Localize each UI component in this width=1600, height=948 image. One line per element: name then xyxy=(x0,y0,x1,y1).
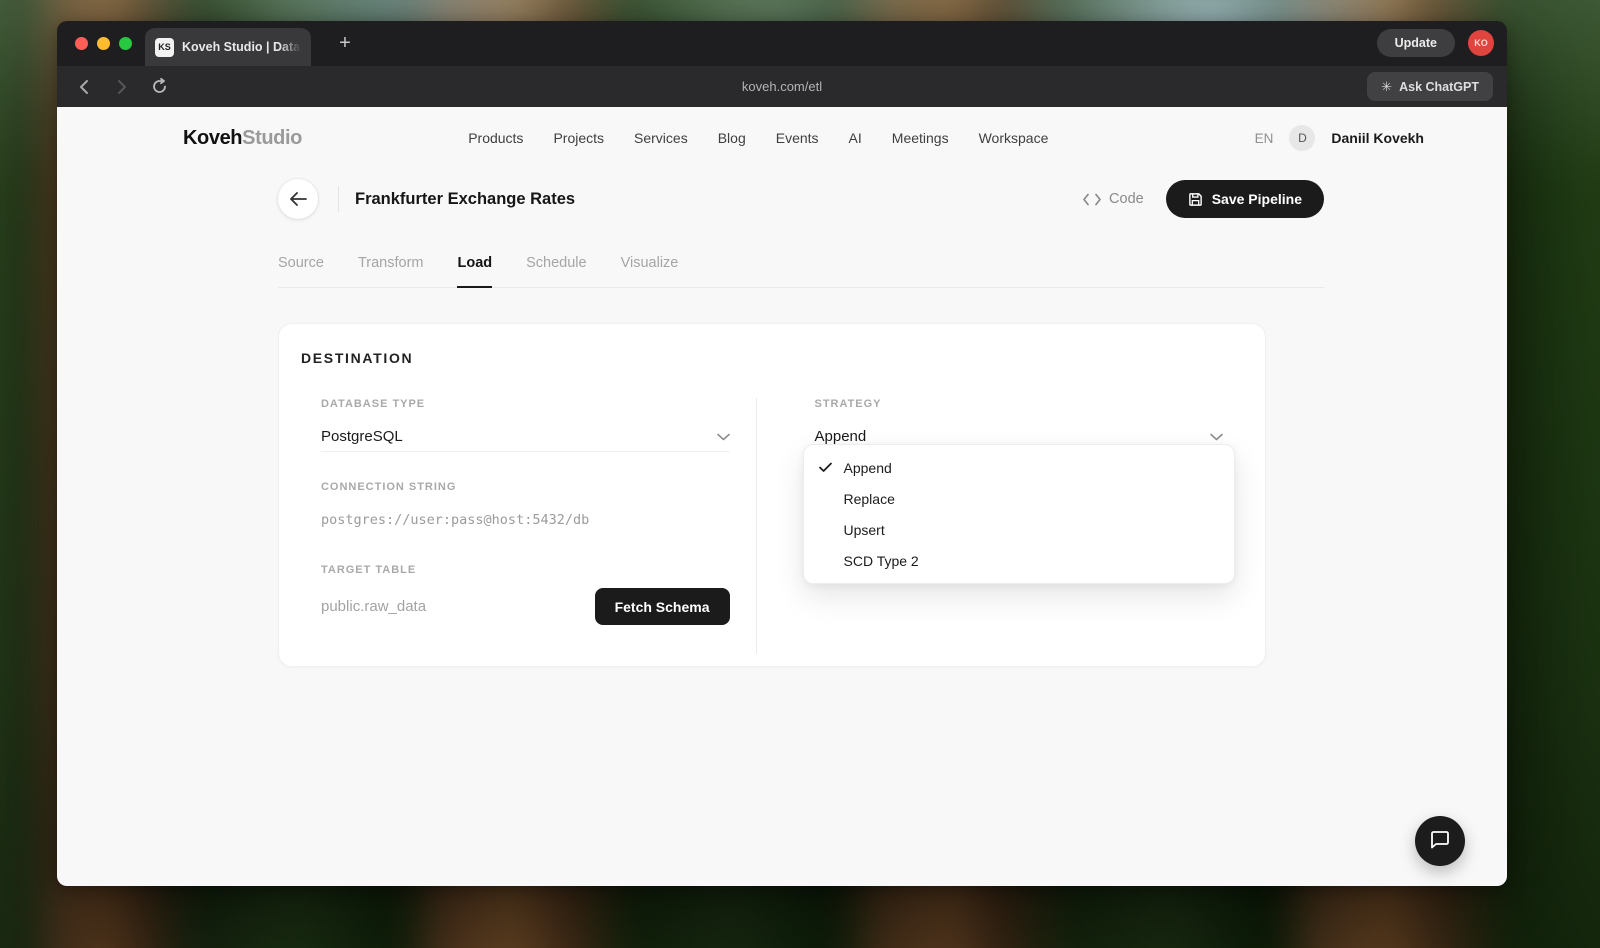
strategy-option-label: Replace xyxy=(844,491,895,507)
tab-transform[interactable]: Transform xyxy=(358,255,424,287)
back-icon[interactable] xyxy=(71,75,95,99)
destination-card: DESTINATION DATABASE TYPE PostgreSQL C xyxy=(278,323,1266,667)
strategy-value: Append xyxy=(815,428,867,445)
pipeline-header: Frankfurter Exchange Rates Code Save Pip… xyxy=(278,177,1324,221)
pipeline-tabs: Source Transform Load Schedule Visualize xyxy=(278,255,1324,288)
code-button-label: Code xyxy=(1109,191,1144,207)
tab-visualize[interactable]: Visualize xyxy=(621,255,679,287)
ask-chatgpt-label: Ask ChatGPT xyxy=(1399,80,1479,94)
forward-icon[interactable] xyxy=(109,75,133,99)
logo-bold: Koveh xyxy=(183,127,242,149)
strategy-option-label: Upsert xyxy=(844,522,885,538)
user-name[interactable]: Daniil Kovekh xyxy=(1331,130,1424,146)
openai-icon: ✳ xyxy=(1381,79,1392,95)
tab-schedule[interactable]: Schedule xyxy=(526,255,586,287)
back-arrow-icon xyxy=(289,192,307,206)
tab-source[interactable]: Source xyxy=(278,255,324,287)
page-content: KovehStudio Products Projects Services B… xyxy=(57,107,1507,886)
minimize-window-button[interactable] xyxy=(97,37,110,50)
site-favicon: KS xyxy=(155,38,174,57)
strategy-option-append[interactable]: Append xyxy=(804,452,1235,483)
nav-item-ai[interactable]: AI xyxy=(849,130,862,146)
chat-fab-button[interactable] xyxy=(1415,816,1465,866)
site-header: KovehStudio Products Projects Services B… xyxy=(57,109,1507,167)
target-table-input[interactable] xyxy=(321,592,577,622)
save-pipeline-button[interactable]: Save Pipeline xyxy=(1166,180,1324,218)
nav-item-blog[interactable]: Blog xyxy=(718,130,746,146)
save-icon xyxy=(1188,192,1203,207)
chat-bubble-icon xyxy=(1429,831,1451,851)
nav-item-events[interactable]: Events xyxy=(776,130,819,146)
check-icon xyxy=(818,462,834,473)
language-switch[interactable]: EN xyxy=(1255,131,1274,146)
strategy-option-scd-type-2[interactable]: SCD Type 2 xyxy=(804,545,1235,576)
chevron-down-icon xyxy=(1210,433,1223,441)
database-type-label: DATABASE TYPE xyxy=(321,398,730,410)
database-type-select[interactable]: PostgreSQL xyxy=(321,422,730,452)
browser-toolbar: koveh.com/etl ✳ Ask ChatGPT xyxy=(57,66,1507,107)
nav-item-products[interactable]: Products xyxy=(468,130,523,146)
strategy-option-label: Append xyxy=(844,460,892,476)
divider xyxy=(338,186,339,212)
nav-item-meetings[interactable]: Meetings xyxy=(892,130,949,146)
strategy-option-label: SCD Type 2 xyxy=(844,553,919,569)
strategy-option-upsert[interactable]: Upsert xyxy=(804,514,1235,545)
code-button[interactable]: Code xyxy=(1083,191,1144,207)
browser-tab[interactable]: KS Koveh Studio | Data E xyxy=(145,28,311,66)
nav-item-projects[interactable]: Projects xyxy=(553,130,604,146)
address-bar[interactable]: koveh.com/etl xyxy=(57,79,1507,94)
tab-title: Koveh Studio | Data E xyxy=(182,40,301,54)
new-tab-icon[interactable]: + xyxy=(333,33,357,53)
browser-window: KS Koveh Studio | Data E + Update KO kov… xyxy=(57,21,1507,886)
pipeline-title: Frankfurter Exchange Rates xyxy=(355,190,575,209)
strategy-option-replace[interactable]: Replace xyxy=(804,483,1235,514)
nav-item-workspace[interactable]: Workspace xyxy=(979,130,1049,146)
main-nav: Products Projects Services Blog Events A… xyxy=(262,130,1255,146)
strategy-dropdown: Append Replace Upsert xyxy=(803,444,1236,584)
ask-chatgpt-button[interactable]: ✳ Ask ChatGPT xyxy=(1367,72,1493,101)
nav-item-services[interactable]: Services xyxy=(634,130,688,146)
strategy-label: STRATEGY xyxy=(815,398,1224,410)
browser-profile-avatar[interactable]: KO xyxy=(1468,30,1494,56)
browser-update-button[interactable]: Update xyxy=(1377,29,1455,57)
browser-tabstrip: KS Koveh Studio | Data E + Update KO xyxy=(57,21,1507,66)
user-avatar[interactable]: D xyxy=(1289,125,1315,151)
tab-load[interactable]: Load xyxy=(457,255,492,287)
code-icon xyxy=(1083,193,1101,206)
reload-icon[interactable] xyxy=(147,75,171,99)
target-table-label: TARGET TABLE xyxy=(321,564,730,576)
destination-heading: DESTINATION xyxy=(301,350,1265,366)
back-button[interactable] xyxy=(278,179,318,219)
fetch-schema-button[interactable]: Fetch Schema xyxy=(595,588,730,625)
window-controls xyxy=(75,37,132,50)
database-type-value: PostgreSQL xyxy=(321,428,403,445)
chevron-down-icon xyxy=(717,433,730,441)
connection-string-label: CONNECTION STRING xyxy=(321,481,730,493)
connection-string-input[interactable] xyxy=(321,505,730,535)
zoom-window-button[interactable] xyxy=(119,37,132,50)
close-window-button[interactable] xyxy=(75,37,88,50)
save-pipeline-label: Save Pipeline xyxy=(1212,191,1302,207)
